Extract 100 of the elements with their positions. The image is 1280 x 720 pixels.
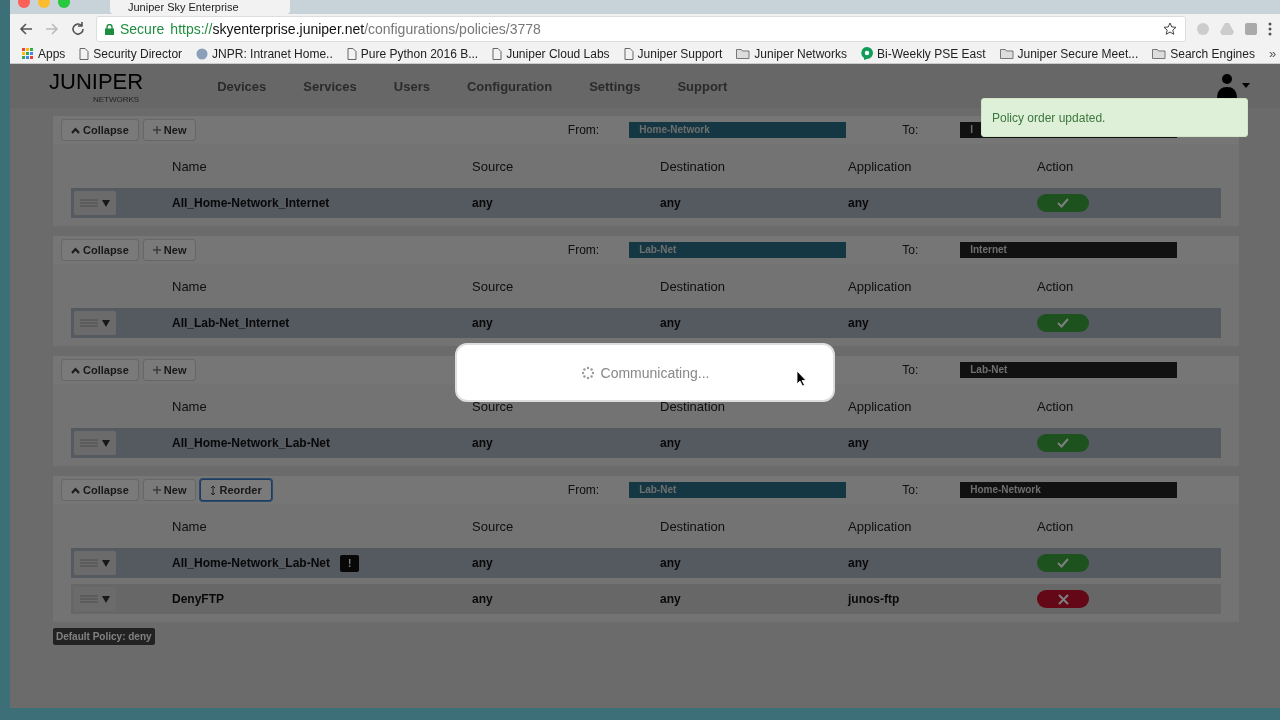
user-menu-icon[interactable] [1216,73,1251,99]
star-icon[interactable] [1163,22,1178,36]
allow-badge[interactable] [1037,194,1089,212]
table-cell-text: any [660,316,682,330]
globe-icon [196,47,209,60]
table-cell-text: any [660,592,682,606]
back-icon[interactable] [18,21,34,37]
table-cell-text: any [472,556,494,570]
nav-link[interactable]: Users [393,78,430,94]
zone-tag: Home-Network [960,482,1178,498]
status-message: Communicating... [600,364,710,381]
nav-link[interactable]: Configuration [466,78,553,94]
bookmark[interactable]: JNPR: Intranet Home.. [196,46,333,61]
column-header: Application [848,398,913,414]
window-controls[interactable] [18,0,70,8]
nav-link[interactable]: Settings [589,78,641,94]
chat-icon [861,47,874,60]
secure-label: Secure [120,21,165,37]
policy-row[interactable]: All_Home-Network_Lab-Net ! any any any [71,548,1222,578]
check-icon [1057,438,1069,448]
column-header: Application [848,158,913,174]
nav-link[interactable]: Services [303,78,357,94]
updown-arrow-icon [210,484,217,496]
column-header: Source [472,158,515,174]
deny-badge[interactable] [1037,590,1089,608]
column-header: Action [1037,158,1075,174]
policy-row[interactable]: All_Home-Network_Lab-Net any any any [71,428,1222,458]
collapse-button[interactable]: Collapse [61,119,139,141]
row-menu-handle[interactable] [74,191,116,215]
table-cell-text: any [472,316,494,330]
column-header: Application [848,518,913,534]
url-text: https://skyenterprise.juniper.net/configurations/policies/3778 [170,21,541,37]
forward-icon[interactable] [44,21,60,37]
table-cell-text: any [848,316,870,330]
row-menu-handle[interactable] [74,431,116,455]
toast-message: Policy order updated. [981,98,1248,137]
check-icon [1057,558,1069,568]
check-icon [1057,318,1069,328]
nav-link[interactable]: Support [677,78,728,94]
table-cell-text: any [848,556,870,570]
zone-tag: Lab-Net [629,242,847,258]
lock-icon [105,23,114,35]
column-header: Action [1037,278,1075,294]
column-header: Destination [660,398,727,414]
extension-icon[interactable] [1244,22,1259,36]
bookmark[interactable]: Pure Python 2016 B... [346,46,479,61]
browser-tab[interactable]: Juniper Sky Enterprise [110,0,290,14]
collapse-button[interactable]: Collapse [61,479,139,501]
policy-name: DenyFTP [172,592,224,606]
page-icon [492,47,503,60]
row-menu-handle[interactable] [74,551,116,575]
bookmark[interactable]: Search Engines [1152,46,1255,61]
table-cell-text: any [848,436,870,450]
table-cell-text: any [660,196,682,210]
spinner-icon [580,365,595,380]
to-label: To: [902,483,919,497]
policy-row[interactable]: DenyFTP any any junos-ftp [71,584,1222,614]
cursor-icon [797,371,807,387]
to-label: To: [902,363,919,377]
policy-name: All_Home-Network_Internet [172,196,330,210]
zone-tag: Internet [960,242,1178,258]
page-icon [79,47,90,60]
allow-badge[interactable] [1037,434,1089,452]
new-button[interactable]: New [142,239,197,261]
reload-icon[interactable] [70,21,86,37]
reorder-button[interactable]: Reorder [200,479,272,501]
close-icon [1057,593,1069,605]
new-button[interactable]: New [142,479,197,501]
folder-icon [999,48,1014,59]
bookmark[interactable]: Juniper Networks [736,46,848,61]
column-header: Application [848,278,913,294]
column-header: Action [1037,518,1075,534]
apps-icon [22,47,34,60]
row-menu-handle[interactable] [74,311,116,335]
policy-name: All_Lab-Net_Internet [172,316,290,330]
more-bookmarks[interactable]: » [1269,46,1277,61]
allow-badge[interactable] [1037,554,1089,572]
menu-icon[interactable] [1268,22,1273,36]
nav-link[interactable]: Devices [217,78,267,94]
bookmark[interactable]: Apps [22,46,66,61]
address-field[interactable]: Secure https://skyenterprise.juniper.net/configurations/policies/3778 [96,16,1187,42]
bookmark[interactable]: Bi-Weekly PSE East [861,46,986,61]
bookmark[interactable]: Juniper Cloud Labs [492,46,610,61]
policy-row[interactable]: All_Home-Network_Internet any any any [71,188,1222,218]
table-cell-text: junos-ftp [848,592,901,606]
bookmark[interactable]: Security Director [79,46,183,61]
bookmark[interactable]: Juniper Secure Meet... [999,46,1139,61]
bookmark[interactable]: Juniper Support [623,46,723,61]
chevron-up-icon [71,246,80,254]
collapse-button[interactable]: Collapse [61,239,139,261]
from-label: From: [567,123,600,137]
collapse-button[interactable]: Collapse [61,359,139,381]
check-icon [1057,198,1069,208]
allow-badge[interactable] [1037,314,1089,332]
policy-row[interactable]: All_Lab-Net_Internet any any any [71,308,1222,338]
row-menu-handle[interactable] [74,587,116,611]
new-button[interactable]: New [142,119,197,141]
new-button[interactable]: New [142,359,197,381]
chevron-up-icon [71,366,80,374]
plus-icon [152,366,161,374]
